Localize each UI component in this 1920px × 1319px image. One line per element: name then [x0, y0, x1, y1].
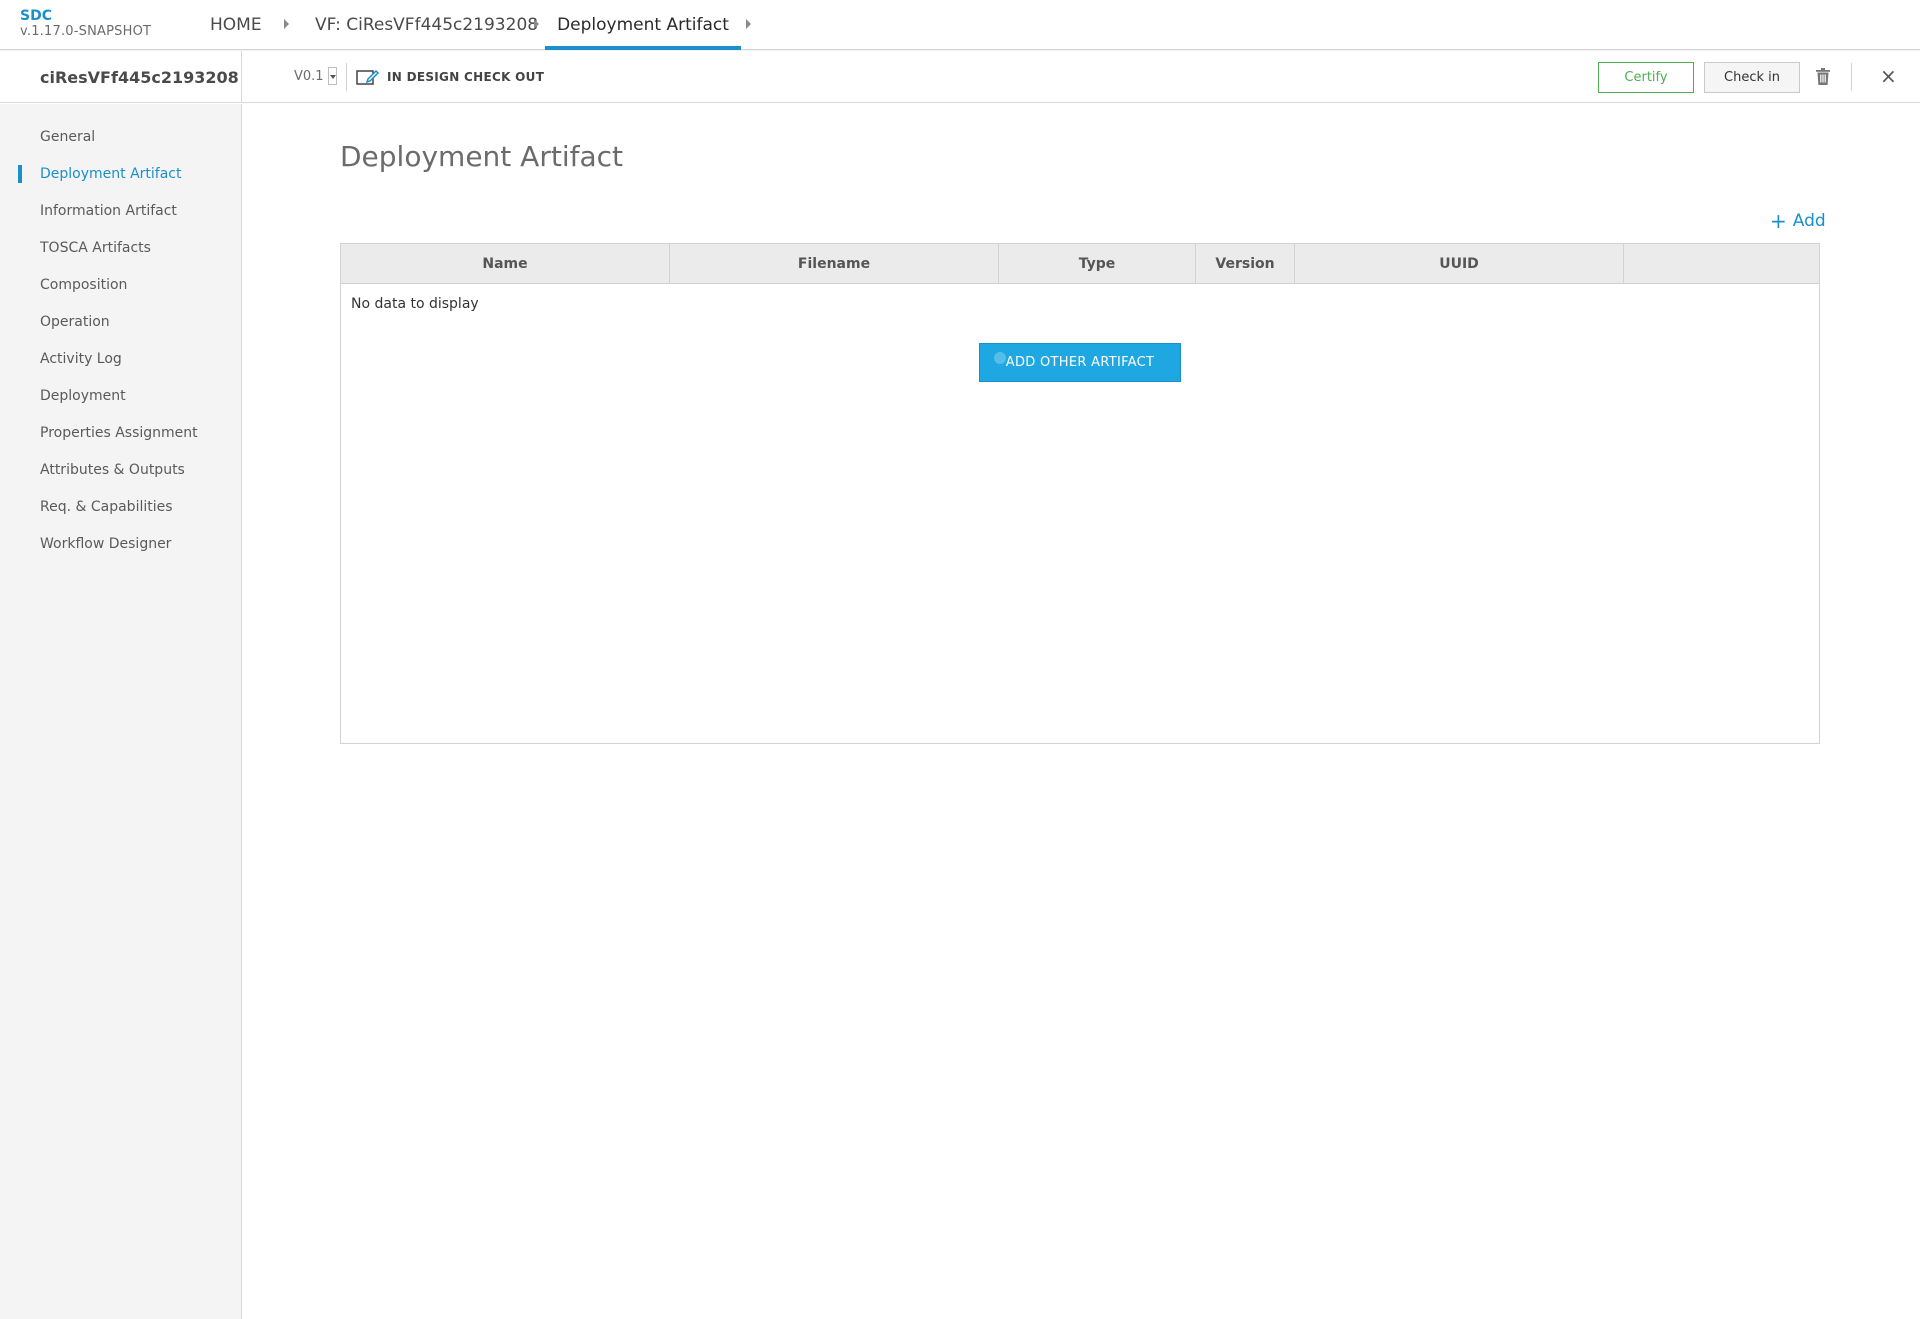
empty-table-message: No data to display: [351, 296, 479, 312]
column-header-name[interactable]: Name: [341, 244, 670, 284]
checkout-edit-icon: [356, 69, 380, 85]
breadcrumb-home[interactable]: HOME: [210, 0, 262, 50]
add-label[interactable]: Add: [1793, 211, 1826, 231]
sidebar-item-workflow-designer[interactable]: Workflow Designer: [0, 529, 241, 559]
sidebar-item-general[interactable]: General: [0, 122, 241, 152]
sidebar-item-attributes-outputs[interactable]: Attributes & Outputs: [0, 455, 241, 485]
workspace-toolbar: ciResVFf445c2193208 V0.1 IN DESIGN CHECK…: [0, 51, 1920, 103]
app-name: SDC: [20, 8, 52, 24]
plus-icon[interactable]: +: [1770, 211, 1787, 231]
status-text: IN DESIGN CHECK OUT: [387, 70, 545, 84]
checkin-button[interactable]: Check in: [1704, 62, 1800, 93]
lifecycle-status: IN DESIGN CHECK OUT: [356, 68, 544, 86]
breadcrumb-arrow-icon[interactable]: [534, 19, 539, 29]
add-artifact-link[interactable]: + Add: [1770, 211, 1826, 231]
top-header: SDC v.1.17.0-SNAPSHOT HOME VF: CiResVFf4…: [0, 0, 1920, 50]
divider: [1851, 63, 1852, 91]
breadcrumb-current[interactable]: Deployment Artifact: [545, 0, 741, 50]
add-other-artifact-button[interactable]: ADD OTHER ARTIFACT: [979, 343, 1181, 382]
sidebar-item-composition[interactable]: Composition: [0, 270, 241, 300]
page-title: Deployment Artifact: [340, 140, 623, 173]
column-header-type[interactable]: Type: [999, 244, 1196, 284]
resource-name: ciResVFf445c2193208: [0, 51, 242, 103]
sidebar-item-activity-log[interactable]: Activity Log: [0, 344, 241, 374]
sidebar-item-req-capabilities[interactable]: Req. & Capabilities: [0, 492, 241, 522]
breadcrumb-arrow-icon[interactable]: [284, 19, 289, 29]
sidebar-item-properties-assignment[interactable]: Properties Assignment: [0, 418, 241, 448]
version-value: V0.1: [294, 68, 324, 84]
column-header-actions: [1624, 244, 1819, 284]
breadcrumb-vf[interactable]: VF: CiResVFf445c2193208: [315, 0, 538, 50]
app-version: v.1.17.0-SNAPSHOT: [20, 24, 152, 39]
chevron-down-icon[interactable]: [327, 67, 337, 85]
trash-icon[interactable]: [1816, 68, 1830, 89]
sidebar-item-operation[interactable]: Operation: [0, 307, 241, 337]
app-logo[interactable]: SDC v.1.17.0-SNAPSHOT: [20, 8, 152, 40]
sidebar-item-deployment[interactable]: Deployment: [0, 381, 241, 411]
sidebar: General Deployment Artifact Information …: [0, 104, 242, 1319]
breadcrumb-arrow-icon[interactable]: [746, 19, 751, 29]
artifacts-table: Name Filename Type Version UUID No data …: [340, 243, 1820, 744]
column-header-filename[interactable]: Filename: [670, 244, 999, 284]
table-header: Name Filename Type Version UUID: [341, 244, 1819, 284]
sidebar-item-deployment-artifact[interactable]: Deployment Artifact: [0, 159, 241, 189]
close-icon[interactable]: ×: [1880, 66, 1897, 86]
add-other-artifact-label: ADD OTHER ARTIFACT: [1005, 355, 1155, 370]
certify-button[interactable]: Certify: [1598, 62, 1694, 93]
version-select[interactable]: V0.1: [294, 67, 337, 85]
column-header-uuid[interactable]: UUID: [1295, 244, 1624, 284]
add-icon: [994, 352, 1006, 364]
divider: [346, 63, 347, 91]
sidebar-item-information-artifact[interactable]: Information Artifact: [0, 196, 241, 226]
sidebar-item-tosca-artifacts[interactable]: TOSCA Artifacts: [0, 233, 241, 263]
column-header-version[interactable]: Version: [1196, 244, 1295, 284]
